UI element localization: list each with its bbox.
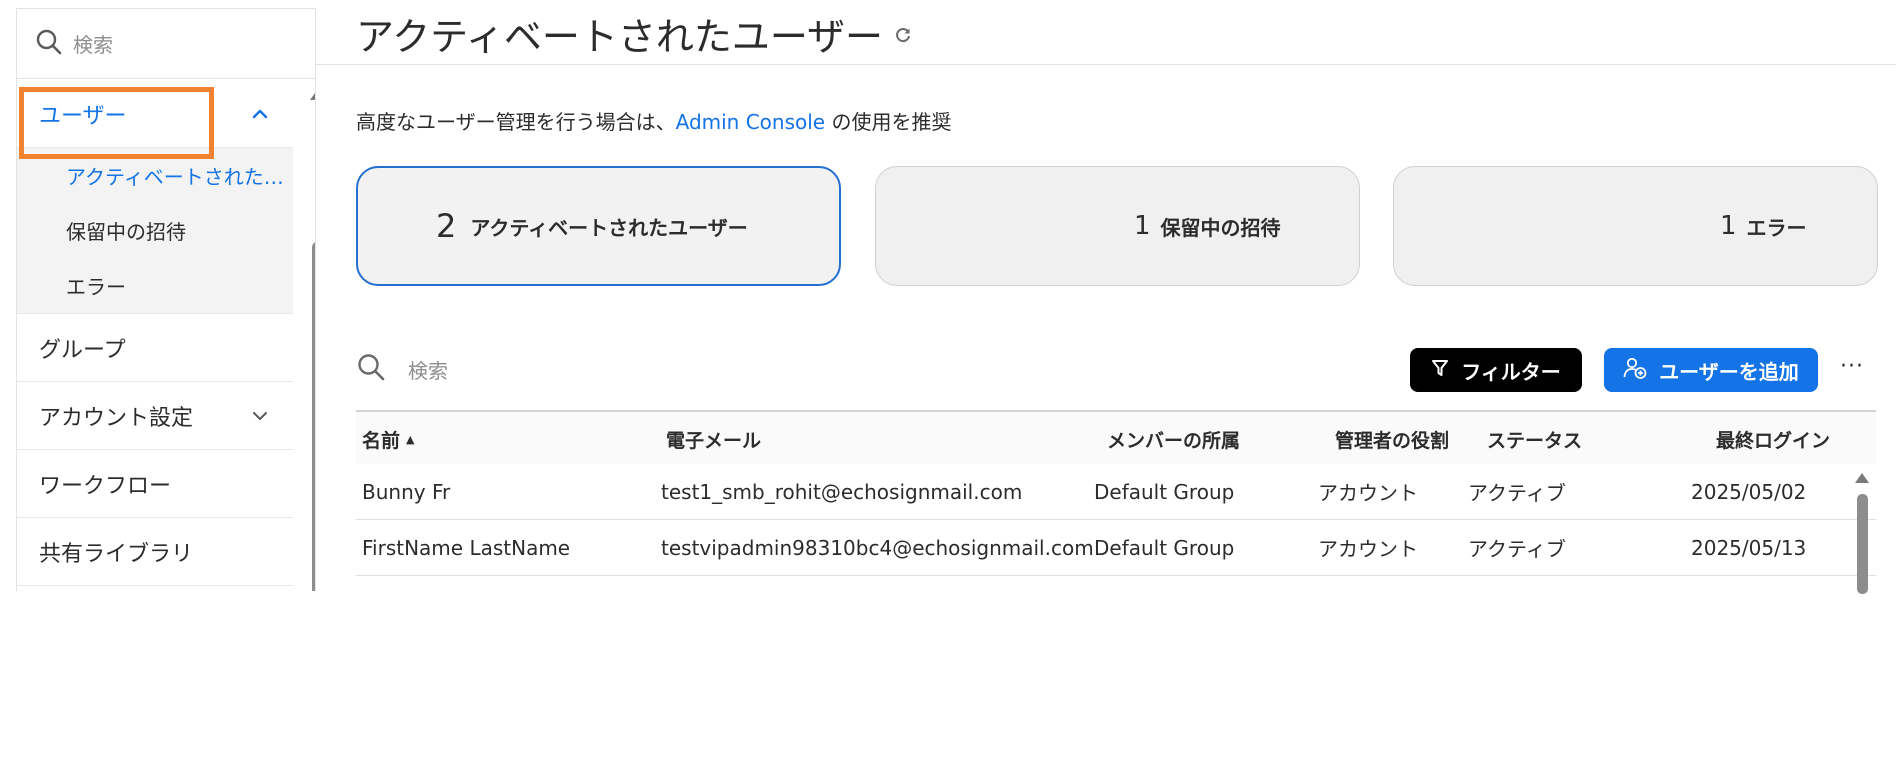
recommend-suffix: の使用を推奨 xyxy=(825,110,952,134)
cell-email: testvipadmin98310bc4@echosignmail.com xyxy=(661,535,1094,560)
chevron-down-icon[interactable] xyxy=(249,405,271,427)
add-user-icon xyxy=(1623,357,1647,384)
card-count: 1 xyxy=(1134,211,1151,241)
sidebar-item-workflows[interactable]: ワークフロー xyxy=(17,450,293,518)
recommend-prefix: 高度なユーザー管理を行う場合は、 xyxy=(356,110,676,134)
sidebar: 検索 ユーザー アクティベートされた… 保留中の招待 エラー グループ アカウン… xyxy=(16,8,316,591)
sidebar-item-label: グループ xyxy=(39,337,126,363)
column-header-status[interactable]: ステータス xyxy=(1487,412,1582,466)
sort-ascending-icon: ▲ xyxy=(406,432,415,446)
card-label: エラー xyxy=(1746,215,1807,240)
filter-icon xyxy=(1431,358,1449,383)
filter-button[interactable]: フィルター xyxy=(1410,348,1582,392)
card-count: 2 xyxy=(436,207,457,245)
sidebar-item-shared-library[interactable]: 共有ライブラリ xyxy=(17,518,293,586)
cell-membership: Default Group xyxy=(1094,535,1235,560)
users-table: 名前 ▲ 電子メール メンバーの所属 管理者の役割 ステータス 最終ログイン B… xyxy=(356,410,1876,576)
chevron-up-icon[interactable] xyxy=(249,103,271,125)
table-row[interactable]: Bunny Fr test1_smb_rohit@echosignmail.co… xyxy=(356,464,1876,520)
sidebar-item-label: アカウント設定 xyxy=(39,405,194,431)
sidebar-search-placeholder: 検索 xyxy=(73,33,113,57)
main-content: アクティベートされたユーザー 高度なユーザー管理を行う場合は、Admin Con… xyxy=(316,0,1904,779)
sidebar-item-groups[interactable]: グループ xyxy=(17,314,293,382)
card-count: 1 xyxy=(1720,211,1737,241)
cell-name: FirstName LastName xyxy=(362,535,571,560)
card-errors[interactable]: 1 エラー xyxy=(1393,166,1878,286)
table-toolbar: 検索 フィルター ユーザーを追加 ··· xyxy=(356,346,1876,392)
sidebar-subitem-activated-users[interactable]: アクティベートされた… xyxy=(17,148,293,203)
cell-name: Bunny Fr xyxy=(362,479,451,504)
page-header: アクティベートされたユーザー xyxy=(356,6,913,61)
search-icon xyxy=(35,28,63,60)
table-header: 名前 ▲ 電子メール メンバーの所属 管理者の役割 ステータス 最終ログイン xyxy=(356,410,1876,464)
sidebar-item-label: 共有ライブラリ xyxy=(39,541,194,567)
cell-status: アクティブ xyxy=(1468,481,1566,505)
page-title: アクティベートされたユーザー xyxy=(356,15,884,59)
add-user-button[interactable]: ユーザーを追加 xyxy=(1604,348,1818,392)
card-label: 保留中の招待 xyxy=(1160,215,1281,240)
users-submenu: アクティベートされた… 保留中の招待 エラー xyxy=(17,148,293,314)
card-pending-invites[interactable]: 1 保留中の招待 xyxy=(875,166,1360,286)
admin-console-link[interactable]: Admin Console xyxy=(676,110,826,134)
column-header-membership[interactable]: メンバーの所属 xyxy=(1107,412,1240,466)
user-search-placeholder: 検索 xyxy=(408,358,448,383)
filter-label: フィルター xyxy=(1461,359,1561,384)
column-header-label: 名前 xyxy=(362,429,401,452)
sidebar-item-label: ユーザー xyxy=(39,103,127,129)
table-row[interactable]: FirstName LastName testvipadmin98310bc4@… xyxy=(356,520,1876,576)
card-label: アクティベートされたユーザー xyxy=(470,215,748,240)
sidebar-scroll-thumb[interactable] xyxy=(312,242,315,591)
sidebar-search[interactable]: 検索 xyxy=(17,9,315,79)
more-options-icon[interactable]: ··· xyxy=(1840,354,1864,379)
scroll-up-arrow-icon[interactable] xyxy=(1854,471,1870,485)
sidebar-nav: ユーザー アクティベートされた… 保留中の招待 エラー グループ アカウント設定… xyxy=(17,80,293,586)
column-header-name[interactable]: 名前 ▲ xyxy=(362,412,414,466)
search-icon xyxy=(356,352,386,386)
user-search[interactable]: 検索 xyxy=(356,346,448,392)
table-scrollbar[interactable] xyxy=(1854,470,1870,594)
column-header-admin-role[interactable]: 管理者の役割 xyxy=(1335,412,1449,466)
sidebar-scrollbar[interactable] xyxy=(309,87,316,591)
sidebar-subitem-errors[interactable]: エラー xyxy=(17,258,293,313)
sidebar-item-users[interactable]: ユーザー xyxy=(17,80,293,148)
recommend-text: 高度なユーザー管理を行う場合は、Admin Console の使用を推奨 xyxy=(356,106,951,135)
sidebar-item-label: ワークフロー xyxy=(39,473,172,499)
table-scroll-thumb[interactable] xyxy=(1857,494,1868,594)
refresh-icon[interactable] xyxy=(893,25,913,49)
cell-membership: Default Group xyxy=(1094,479,1235,504)
title-divider xyxy=(316,64,1896,65)
cell-last-login: 2025/05/13 xyxy=(1691,535,1807,560)
cell-last-login: 2025/05/02 xyxy=(1691,479,1807,504)
card-activated-users[interactable]: 2 アクティベートされたユーザー xyxy=(356,166,841,286)
sidebar-item-account-settings[interactable]: アカウント設定 xyxy=(17,382,293,450)
scroll-up-arrow-icon[interactable] xyxy=(309,88,316,102)
sidebar-subitem-pending-invites[interactable]: 保留中の招待 xyxy=(17,203,293,258)
cell-email: test1_smb_rohit@echosignmail.com xyxy=(661,479,1023,504)
cell-status: アクティブ xyxy=(1468,537,1566,561)
add-user-label: ユーザーを追加 xyxy=(1659,359,1799,384)
cell-admin-role: アカウント xyxy=(1318,537,1418,561)
cell-admin-role: アカウント xyxy=(1318,481,1418,505)
column-header-last-login[interactable]: 最終ログイン xyxy=(1716,412,1830,466)
column-header-email[interactable]: 電子メール xyxy=(666,412,761,466)
